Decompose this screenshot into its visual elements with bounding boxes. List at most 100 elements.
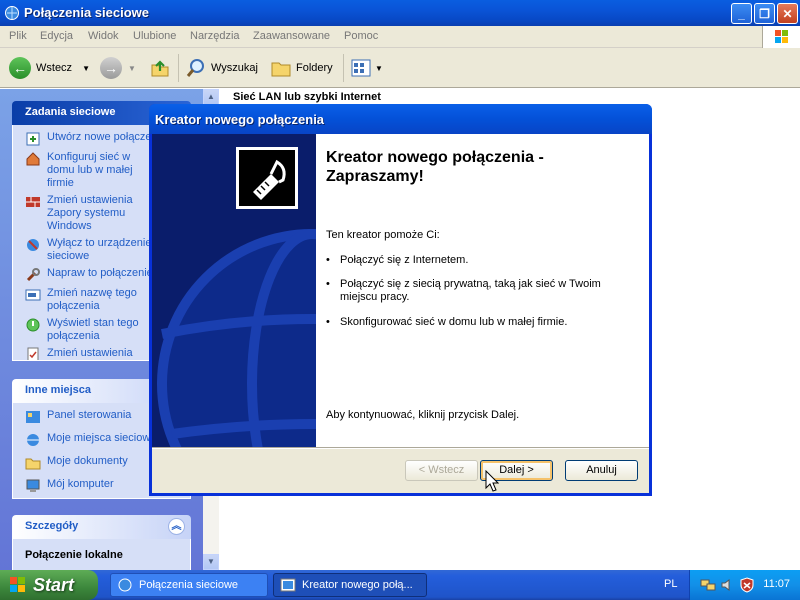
back-wizard-button[interactable]: < Wstecz [405,460,478,481]
network-places-icon [27,434,39,446]
language-indicator[interactable]: PL [664,578,677,590]
wizard-watermark [152,134,316,447]
details-title: Szczegóły [25,520,79,532]
other-places-title: Inne miejsca [25,384,92,396]
network-cable-icon [236,147,298,209]
bullet-text: Połączyć się z siecią prywatną, taką jak… [340,278,601,303]
menu-advanced[interactable]: Zaawansowane [253,30,330,42]
menu-edit[interactable]: Edycja [40,30,73,42]
bullet-dot-icon: • [326,316,330,328]
search-icon [186,59,204,77]
control-panel-icon [26,411,40,423]
cancel-button[interactable]: Anuluj [565,460,638,481]
menu-view[interactable]: Widok [88,30,119,42]
forward-button[interactable]: → ▼ [100,56,136,80]
taskbar-item-wizard[interactable]: Kreator nowego połą... [273,573,427,597]
window-title: Połączenia sieciowe [24,5,150,20]
menu-favorites[interactable]: Ulubione [133,30,176,42]
place-label: Moje dokumenty [47,455,128,467]
properties-icon [27,347,39,360]
window-titlebar[interactable]: Połączenia sieciowe _ ❐ ✕ [0,0,800,26]
network-tasks-title: Zadania sieciowe [25,106,116,118]
menu-tools[interactable]: Narzędzia [190,30,240,42]
back-dropdown-icon[interactable]: ▼ [82,64,90,73]
wizard-bullet: • Skonfigurować sieć w domu lub w małej … [326,316,626,329]
folders-button[interactable]: Foldery [270,56,333,80]
computer-icon [26,479,40,492]
folders-icon [271,62,291,77]
disable-device-icon [27,239,39,251]
task-label: Zmień nazwę tego połączenia [47,287,137,312]
task-label: Wyłącz to urządzenie sieciowe [47,237,152,262]
task-label: Konfiguruj sieć w domu lub w małej firmi… [47,151,133,189]
security-shield-icon[interactable] [739,577,755,593]
maximize-button[interactable]: ❐ [754,3,775,24]
place-label: Mój komputer [47,478,114,490]
task-label: Wyświetl stan tego połączenia [47,317,139,342]
up-folder-icon [151,60,169,77]
place-label: Moje miejsca sieciowe [47,432,157,444]
toolbar-separator [178,54,179,82]
windows-flag-icon [10,577,25,592]
clock[interactable]: 11:07 [763,578,790,590]
search-label: Wyszukaj [211,62,258,74]
volume-tray-icon[interactable] [720,577,736,593]
taskbar-item-label: Kreator nowego połą... [302,579,413,591]
back-button[interactable]: ← Wstecz ▼ [9,56,90,80]
rename-icon [25,289,41,301]
scroll-down-icon[interactable]: ▼ [203,554,219,570]
details-header[interactable]: Szczegóły ︽ [12,515,191,539]
dialog-title: Kreator nowego połączenia [155,112,325,127]
views-button[interactable]: ▼ [350,56,383,80]
wizard-content: Kreator nowego połączenia - Zapraszamy! … [316,134,649,447]
network-connections-icon [5,6,19,20]
toolbar-separator [343,54,344,82]
menu-help[interactable]: Pomoc [344,30,378,42]
details-item: Połączenie lokalne [25,549,123,561]
forward-arrow-icon: → [100,57,122,79]
taskbar-item-network[interactable]: Połączenia sieciowe [110,573,268,597]
dialog-divider [152,447,649,449]
bullet-text: Skonfigurować sieć w domu lub w małej fi… [340,316,568,328]
firewall-icon [26,197,40,207]
views-dropdown-icon: ▼ [375,63,383,73]
group-header: Sieć LAN lub szybki Internet [233,91,381,103]
taskbar: Start Połączenia sieciowe Kreator nowego… [0,570,800,600]
back-label: Wstecz [36,62,73,74]
new-connection-wizard-dialog: Kreator nowego połączenia Kreator nowego… [149,104,652,496]
home-network-icon [26,152,40,166]
continue-instruction: Aby kontynuować, kliknij przycisk Dalej. [326,409,520,421]
scroll-up-icon[interactable]: ▲ [203,89,219,105]
up-folder-button[interactable] [149,56,171,80]
network-tray-icon[interactable] [700,577,716,593]
wizard-bullet: • Połączyć się z siecią prywatną, taką j… [326,278,626,304]
wizard-icon [280,578,296,592]
toolbar: ← Wstecz ▼ → ▼ Wyszukaj Foldery ▼ [0,48,800,88]
dialog-titlebar[interactable]: Kreator nowego połączenia [149,104,652,134]
start-button[interactable]: Start [0,570,98,600]
folders-label: Foldery [296,62,333,74]
collapse-up-icon[interactable]: ︽ [168,518,185,535]
task-label: Zmień ustawienia Zapory systemu Windows [47,194,133,232]
menu-bar: Plik Edycja Widok Ulubione Narzędzia Zaa… [0,26,800,48]
task-label: Zmień ustawienia tego połączenia [47,347,133,359]
status-icon [26,318,40,332]
bullet-dot-icon: • [326,278,330,290]
minimize-button[interactable]: _ [731,3,752,24]
search-button[interactable]: Wyszukaj [185,56,258,80]
wizard-bullet: • Połączyć się z Internetem. [326,254,626,267]
bullet-dot-icon: • [326,254,330,266]
back-arrow-icon: ← [9,57,31,79]
wizard-heading: Kreator nowego połączenia - Zapraszamy! [326,149,544,185]
dialog-body: Kreator nowego połączenia - Zapraszamy! … [152,134,649,493]
forward-dropdown-icon[interactable]: ▼ [128,64,136,73]
mouse-cursor-icon [485,470,499,492]
system-tray: 11:07 [689,570,800,600]
documents-icon [25,458,41,470]
repair-icon [26,268,40,282]
close-button[interactable]: ✕ [777,3,798,24]
place-label: Panel sterowania [47,409,132,421]
menu-file[interactable]: Plik [9,30,27,42]
taskbar-item-label: Połączenia sieciowe [139,579,239,591]
new-connection-icon [26,132,40,146]
